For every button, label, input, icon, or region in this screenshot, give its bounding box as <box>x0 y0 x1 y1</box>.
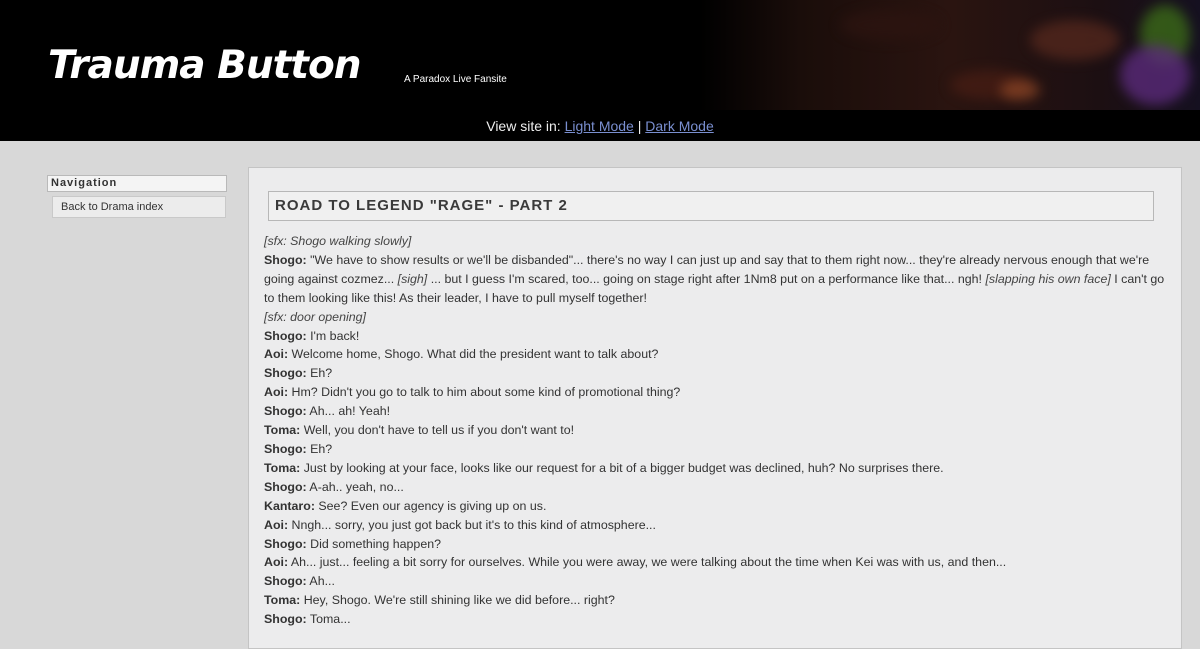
speaker-name: Kantaro: <box>264 498 315 513</box>
dialogue-text: Nngh... sorry, you just got back but it'… <box>288 517 656 532</box>
dialogue-text: Ah... just... feeling a bit sorry for ou… <box>288 555 1007 570</box>
dialogue-text: Did something happen? <box>306 536 441 551</box>
script-line: Aoi: Ah... just... feeling a bit sorry f… <box>264 553 1169 572</box>
script-line: Shogo: Did something happen? <box>264 535 1169 554</box>
script-line: Toma: Well, you don't have to tell us if… <box>264 421 1169 440</box>
speaker-name: Aoi: <box>264 385 289 400</box>
speaker-name: Shogo: <box>264 366 307 381</box>
view-mode-bar: View site in: Light Mode | Dark Mode <box>0 110 1200 141</box>
speaker-name: Shogo: <box>264 252 307 267</box>
speaker-name: Shogo: <box>264 574 307 589</box>
dialogue-text: Hey, Shogo. We're still shining like we … <box>300 593 615 608</box>
light-mode-link[interactable]: Light Mode <box>565 118 634 134</box>
script-line: Aoi: Hm? Didn't you go to talk to him ab… <box>264 383 1169 402</box>
script-line: Toma: Just by looking at your face, look… <box>264 459 1169 478</box>
site-tagline: A Paradox Live Fansite <box>404 74 507 85</box>
dialogue-text: Ah... <box>306 574 335 589</box>
navigation-panel: Navigation Back to Drama index <box>47 175 227 218</box>
speaker-name: Aoi: <box>264 347 289 362</box>
speaker-name: Toma: <box>264 423 301 438</box>
script-line: Toma: Hey, Shogo. We're still shining li… <box>264 591 1169 610</box>
site-logo[interactable]: Trauma Button <box>48 46 362 85</box>
speaker-name: Shogo: <box>264 612 307 627</box>
dialogue-text: Eh? <box>306 366 333 381</box>
script-line: [sfx: door opening] <box>264 308 1169 327</box>
script-line: Shogo: Eh? <box>264 364 1169 383</box>
mode-separator: | <box>637 118 642 134</box>
dialogue-text: ... but I guess I'm scared, too... going… <box>427 271 986 286</box>
navigation-heading: Navigation <box>47 175 227 192</box>
sfx-note: [sfx: Shogo walking slowly] <box>264 234 412 248</box>
speaker-name: Shogo: <box>264 441 307 456</box>
view-mode-label: View site in: <box>486 118 561 134</box>
stage-direction: [sigh] <box>397 271 428 286</box>
dark-mode-link[interactable]: Dark Mode <box>645 118 713 134</box>
page-title: ROAD TO LEGEND "RAGE" - PART 2 <box>268 191 1154 221</box>
dialogue-text: Toma... <box>306 612 351 627</box>
dialogue-text: Hm? Didn't you go to talk to him about s… <box>288 385 681 400</box>
script-line: Aoi: Nngh... sorry, you just got back bu… <box>264 516 1169 535</box>
script-line: Shogo: Ah... <box>264 572 1169 591</box>
drama-script: [sfx: Shogo walking slowly] Shogo: "We h… <box>264 232 1169 629</box>
sfx-note: [sfx: door opening] <box>264 309 366 324</box>
script-line: Shogo: Eh? <box>264 440 1169 459</box>
speaker-name: Shogo: <box>264 404 307 419</box>
dialogue-text: Welcome home, Shogo. What did the presid… <box>288 347 659 362</box>
nav-back-to-drama-index[interactable]: Back to Drama index <box>52 196 226 218</box>
speaker-name: Toma: <box>264 593 301 608</box>
speaker-name: Shogo: <box>264 328 307 343</box>
speaker-name: Aoi: <box>264 517 289 532</box>
script-line: Shogo: Toma... <box>264 610 1169 629</box>
dialogue-text: Ah... ah! Yeah! <box>306 404 391 419</box>
script-line: Shogo: Ah... ah! Yeah! <box>264 402 1169 421</box>
script-line: Shogo: "We have to show results or we'll… <box>264 251 1169 308</box>
dialogue-text: I'm back! <box>306 328 360 343</box>
main-content: ROAD TO LEGEND "RAGE" - PART 2 [sfx: Sho… <box>248 167 1182 649</box>
script-line: [sfx: Shogo walking slowly] <box>264 232 1169 251</box>
header-banner-image <box>700 0 1200 110</box>
dialogue-text: See? Even our agency is giving up on us. <box>314 498 547 513</box>
speaker-name: Shogo: <box>264 479 307 494</box>
speaker-name: Toma: <box>264 460 301 475</box>
dialogue-text: Well, you don't have to tell us if you d… <box>300 423 575 438</box>
dialogue-text: A-ah.. yeah, no... <box>306 479 404 494</box>
script-line: Kantaro: See? Even our agency is giving … <box>264 497 1169 516</box>
dialogue-text: Just by looking at your face, looks like… <box>300 460 944 475</box>
script-line: Shogo: A-ah.. yeah, no... <box>264 478 1169 497</box>
stage-direction: [slapping his own face] <box>985 271 1111 286</box>
speaker-name: Aoi: <box>264 555 289 570</box>
dialogue-text: Eh? <box>306 441 333 456</box>
site-header: Trauma Button A Paradox Live Fansite <box>0 0 1200 110</box>
speaker-name: Shogo: <box>264 536 307 551</box>
script-line: Shogo: I'm back! <box>264 327 1169 346</box>
script-line: Aoi: Welcome home, Shogo. What did the p… <box>264 345 1169 364</box>
